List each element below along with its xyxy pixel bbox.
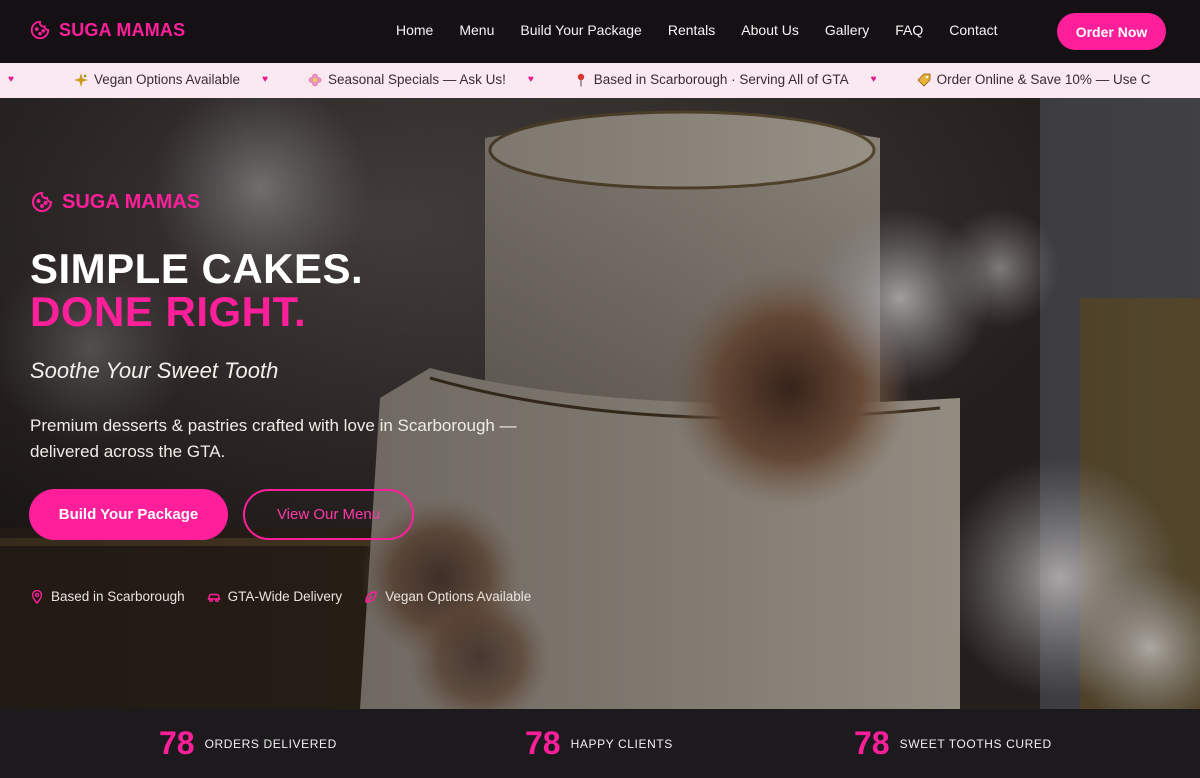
hero-headline-accent: DONE RIGHT. [30, 288, 307, 335]
hero-brand-row: SUGA MAMAS [30, 190, 200, 214]
hero-features: Based in Scarborough GTA-Wide Delivery V… [30, 589, 531, 604]
tag-icon [917, 73, 931, 87]
cookie-icon [30, 20, 50, 40]
heart-icon: ♥ [262, 74, 268, 85]
ticker-item-text: Based in Scarborough · Serving All of GT… [593, 72, 849, 87]
stats-bar: 78 ORDERS DELIVERED 78 HAPPY CLIENTS 78 … [0, 709, 1200, 778]
pin-icon [577, 73, 584, 86]
ticker-item-text: Seasonal Specials — Ask Us! [328, 72, 506, 87]
nav-link-menu[interactable]: Menu [459, 22, 494, 38]
nav-link-rentals[interactable]: Rentals [668, 22, 715, 38]
stat-label: ORDERS DELIVERED [204, 736, 337, 751]
sparkle-icon [73, 72, 88, 87]
ticker-item-text: Vegan Options Available [93, 72, 241, 87]
stat-sweet-tooths: 78 SWEET TOOTHS CURED [854, 725, 1052, 762]
cookie-icon [32, 191, 53, 212]
leaf-icon [365, 590, 377, 603]
stat-orders: 78 ORDERS DELIVERED [159, 725, 337, 762]
heart-icon: ♥ [527, 74, 534, 85]
ticker-item: Order Online & Save 10% — Use C [917, 72, 1151, 87]
location-pin-icon [31, 589, 43, 604]
nav-link-gallery[interactable]: Gallery [825, 22, 869, 38]
build-package-button[interactable]: Build Your Package [29, 489, 228, 540]
announcement-ticker: ♥ Vegan Options Available ♥ Seasonal Spe… [0, 63, 1200, 98]
nav-links: Home Menu Build Your Package Rentals Abo… [396, 22, 1024, 38]
feature-delivery: GTA-Wide Delivery [207, 589, 343, 604]
hero-brand: SUGA MAMAS [30, 190, 200, 214]
hero-section: SUGA MAMAS SIMPLE CAKES. DONE RIGHT. Soo… [0, 98, 1200, 709]
stat-label: SWEET TOOTHS CURED [899, 736, 1052, 751]
nav-link-home[interactable]: Home [396, 22, 433, 38]
feature-label: GTA-Wide Delivery [227, 589, 343, 604]
hero-description: Premium desserts & pastries crafted with… [30, 416, 517, 461]
ticker-item: Seasonal Specials — Ask Us! [308, 72, 506, 87]
feature-vegan: Vegan Options Available [364, 589, 531, 604]
hero-headline-primary: SIMPLE CAKES. [30, 245, 364, 292]
nav-link-about[interactable]: About Us [741, 22, 799, 38]
view-menu-button[interactable]: View Our Menu [243, 489, 414, 540]
feature-location: Based in Scarborough [30, 589, 185, 604]
feature-label: Vegan Options Available [385, 589, 532, 604]
stat-number: 78 [854, 725, 890, 761]
ticker-item: Vegan Options Available [73, 72, 241, 87]
order-now-button[interactable]: Order Now [1057, 13, 1166, 50]
heart-icon: ♥ [8, 74, 14, 85]
heart-icon: ♥ [870, 74, 877, 85]
stat-clients: 78 HAPPY CLIENTS [525, 725, 673, 762]
stat-number: 78 [525, 725, 561, 761]
ticker-item-text: Order Online & Save 10% — Use C [936, 72, 1151, 87]
nav-link-contact[interactable]: Contact [949, 22, 997, 38]
nav-link-faq[interactable]: FAQ [895, 22, 923, 38]
brand-name: SUGA MAMAS [59, 19, 186, 40]
brand-logo[interactable]: SUGA MAMAS [29, 19, 185, 41]
stat-label: HAPPY CLIENTS [570, 736, 673, 751]
car-icon [207, 593, 221, 602]
ticker-track: ♥ Vegan Options Available ♥ Seasonal Spe… [8, 72, 1150, 87]
ticker-item: Based in Scarborough · Serving All of GT… [574, 72, 849, 87]
top-navbar: SUGA MAMAS Home Menu Build Your Package … [0, 0, 1200, 63]
hero-brand-name: SUGA MAMAS [62, 190, 201, 213]
feature-label: Based in Scarborough [51, 589, 185, 604]
stat-number: 78 [159, 725, 195, 761]
nav-link-build-package[interactable]: Build Your Package [520, 22, 641, 38]
flower-icon [308, 73, 322, 86]
hero-tagline: Soothe Your Sweet Tooth [30, 358, 279, 383]
